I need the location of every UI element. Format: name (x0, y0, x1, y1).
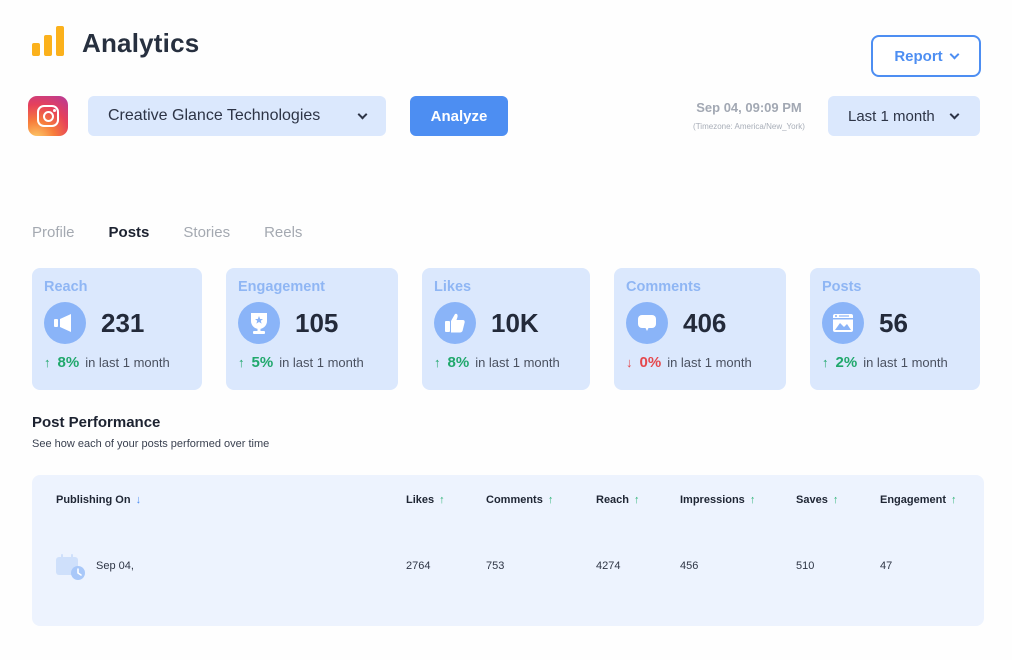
image-icon (822, 302, 864, 344)
tab-bar: Profile Posts Stories Reels (32, 224, 336, 241)
column-header-reach[interactable]: Reach ↑ (596, 494, 640, 506)
comment-icon (626, 302, 668, 344)
card-change: 0% (639, 354, 662, 371)
analyze-button[interactable]: Analyze (410, 96, 508, 136)
table-cell-saves: 510 (796, 560, 815, 572)
arrow-up-icon: ↑ (434, 355, 441, 370)
account-select-value: Creative Glance Technologies (108, 107, 321, 124)
arrow-up-icon: ↑ (44, 355, 51, 370)
card-value: 406 (683, 307, 727, 338)
tab-stories[interactable]: Stories (183, 224, 230, 241)
section-subtitle: See how each of your posts performed ove… (32, 438, 270, 450)
card-period: in last 1 month (667, 355, 752, 370)
card-change: 5% (251, 354, 274, 371)
card-value: 105 (295, 307, 339, 338)
instagram-icon (28, 96, 68, 136)
card-change: 8% (447, 354, 470, 371)
date-range-select[interactable]: Last 1 month (828, 96, 980, 136)
chevron-down-icon (949, 49, 960, 59)
bar-chart-icon (32, 26, 66, 56)
card-period: in last 1 month (85, 355, 170, 370)
column-header-likes[interactable]: Likes ↑ (406, 494, 445, 506)
stat-card-comments: Comments 406 ↓ 0% in last 1 month (614, 268, 786, 390)
card-label: Engagement (238, 279, 326, 295)
table-cell-date: Sep 04, (96, 560, 134, 572)
stat-card-likes: Likes 10K ↑ 8% in last 1 month (422, 268, 590, 390)
report-dropdown-button[interactable]: Report (871, 35, 981, 77)
column-header-impressions[interactable]: Impressions ↑ (680, 494, 755, 506)
arrow-up-icon: ↑ (238, 355, 245, 370)
page-title: Analytics (82, 28, 200, 58)
card-period: in last 1 month (863, 355, 948, 370)
tab-reels[interactable]: Reels (264, 224, 302, 241)
sort-down-icon: ↓ (135, 494, 142, 506)
card-change: 2% (835, 354, 858, 371)
table-cell-reach: 4274 (596, 560, 621, 572)
sort-up-icon: ↑ (547, 494, 554, 506)
card-label: Comments (626, 279, 701, 295)
sort-up-icon: ↑ (749, 494, 756, 506)
card-label: Reach (44, 279, 88, 295)
last-updated: Sep 04, 09:09 PM (Timezone: America/New_… (690, 100, 808, 131)
card-value: 10K (491, 307, 539, 338)
arrow-down-icon: ↓ (626, 355, 633, 370)
trophy-icon (238, 302, 280, 344)
stat-card-engagement: Engagement 105 ↑ 5% in last 1 month (226, 268, 398, 390)
thumbs-up-icon (434, 302, 476, 344)
stat-card-reach: Reach 231 ↑ 8% in last 1 month (32, 268, 202, 390)
card-value: 231 (101, 307, 145, 338)
chevron-down-icon (357, 109, 368, 119)
table-cell-comments: 753 (486, 560, 505, 572)
sort-up-icon: ↑ (951, 494, 957, 506)
arrow-up-icon: ↑ (822, 355, 829, 370)
report-label: Report (894, 47, 943, 65)
column-header-comments[interactable]: Comments ↑ (486, 494, 553, 506)
card-period: in last 1 month (279, 355, 364, 370)
tab-posts[interactable]: Posts (109, 224, 150, 241)
card-period: in last 1 month (475, 355, 560, 370)
tab-profile[interactable]: Profile (32, 224, 75, 241)
date-range-value: Last 1 month (848, 107, 935, 125)
sort-up-icon: ↑ (832, 494, 839, 506)
calendar-clock-icon (55, 553, 87, 581)
card-label: Likes (434, 279, 472, 295)
section-title: Post Performance (32, 414, 161, 431)
table-cell-likes: 2764 (406, 560, 431, 572)
megaphone-icon (44, 302, 86, 344)
table-cell-engagement: 47 (880, 560, 893, 572)
card-change: 8% (57, 354, 80, 371)
column-header-saves[interactable]: Saves ↑ (796, 494, 838, 506)
card-label: Posts (822, 279, 862, 295)
column-header-publishing-on[interactable]: Publishing On ↓ (56, 494, 141, 506)
account-select[interactable]: Creative Glance Technologies (88, 96, 386, 136)
stat-card-posts: Posts 56 ↑ 2% in last 1 month (810, 268, 980, 390)
table-cell-impressions: 456 (680, 560, 699, 572)
card-value: 56 (879, 307, 908, 338)
sort-up-icon: ↑ (634, 494, 640, 506)
column-header-engagement[interactable]: Engagement ↑ (880, 494, 957, 506)
chevron-down-icon (949, 109, 960, 119)
timezone-text: (Timezone: America/New_York) (693, 122, 805, 131)
datetime-text: Sep 04, 09:09 PM (696, 100, 802, 115)
sort-up-icon: ↑ (439, 494, 445, 506)
